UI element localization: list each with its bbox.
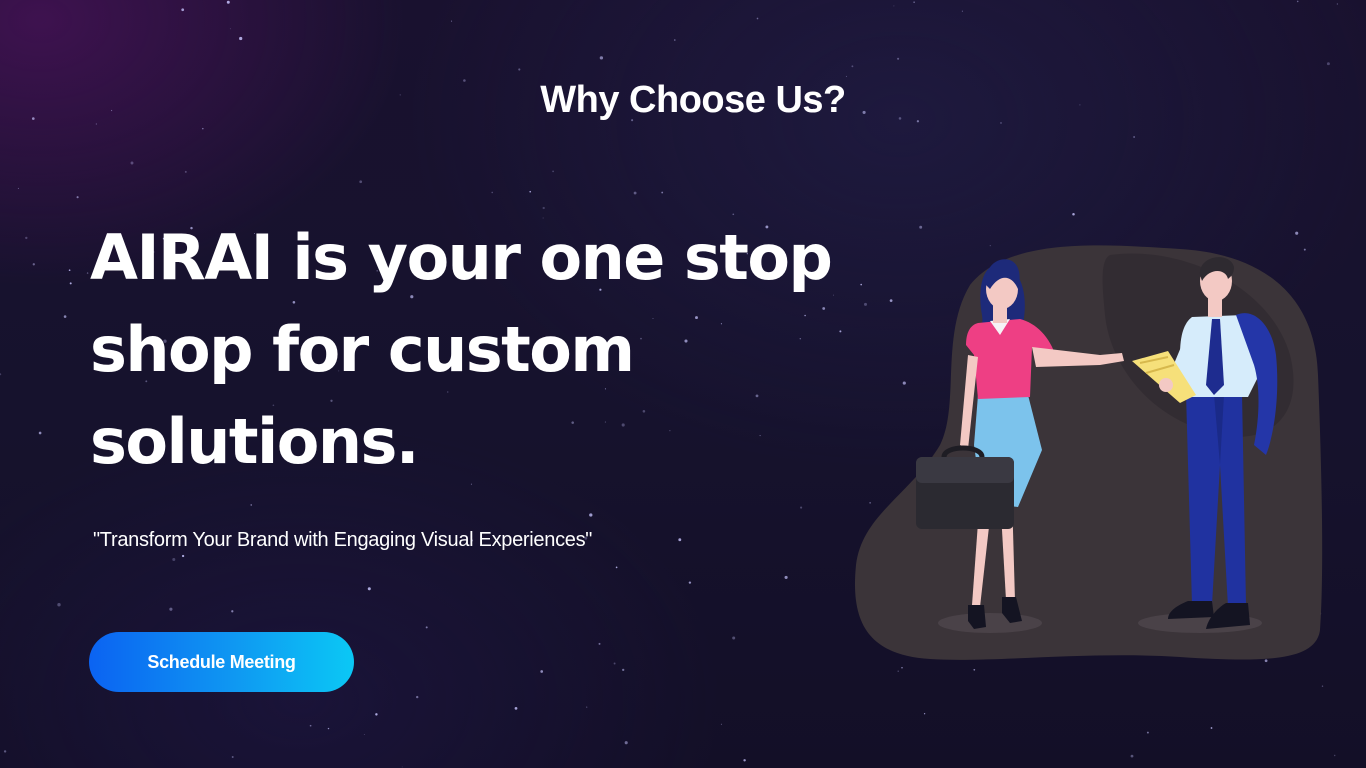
star — [923, 713, 926, 715]
star — [624, 741, 628, 745]
star — [231, 756, 234, 758]
star — [845, 75, 847, 77]
star — [226, 0, 230, 4]
star — [451, 20, 453, 22]
star — [130, 161, 134, 165]
star — [893, 5, 895, 7]
star — [172, 557, 176, 562]
star — [69, 282, 72, 285]
star — [688, 581, 692, 584]
star — [622, 668, 625, 672]
star — [542, 206, 545, 210]
hero-headline: AIRAI is your one stop shop for custom s… — [90, 221, 833, 478]
star — [184, 170, 187, 173]
star — [518, 68, 521, 71]
star — [202, 127, 204, 130]
star — [76, 196, 79, 199]
star — [897, 57, 900, 60]
star — [1326, 62, 1330, 66]
star — [1296, 0, 1299, 3]
star — [1321, 685, 1324, 687]
star — [756, 17, 759, 20]
star — [229, 28, 231, 30]
star — [63, 315, 67, 318]
star — [401, 766, 403, 768]
star — [375, 713, 378, 716]
star — [95, 123, 97, 125]
star — [514, 707, 518, 710]
star — [0, 373, 2, 376]
star — [674, 39, 676, 41]
star — [743, 759, 746, 762]
star — [586, 706, 588, 708]
star — [973, 668, 976, 671]
star — [57, 603, 61, 607]
star — [613, 662, 616, 665]
star — [897, 670, 899, 672]
star — [25, 236, 28, 240]
business-people-illustration — [854, 245, 1323, 660]
star — [181, 8, 185, 12]
star — [425, 626, 428, 629]
star — [919, 225, 923, 229]
star — [1130, 754, 1134, 758]
star — [1336, 3, 1338, 5]
star — [800, 506, 803, 509]
star — [961, 10, 963, 12]
star — [1146, 731, 1149, 734]
star — [1000, 122, 1002, 124]
star — [1072, 213, 1075, 216]
star — [3, 750, 7, 753]
star — [68, 269, 71, 272]
star — [359, 180, 363, 184]
star — [309, 724, 312, 727]
star — [38, 431, 42, 435]
star — [851, 65, 854, 68]
star — [529, 190, 532, 193]
star — [598, 642, 601, 645]
schedule-meeting-button[interactable]: Schedule Meeting — [89, 632, 354, 692]
star — [1133, 136, 1135, 138]
star — [661, 191, 664, 194]
star — [367, 587, 371, 591]
woman-shadow — [938, 613, 1042, 633]
briefcase-icon — [916, 445, 1014, 529]
hero-tagline: "Transform Your Brand with Engaging Visu… — [93, 529, 593, 551]
star — [1210, 727, 1213, 729]
star — [589, 513, 593, 517]
star — [169, 607, 173, 611]
star — [32, 263, 35, 266]
star — [363, 734, 365, 735]
star — [231, 610, 234, 613]
star — [491, 191, 493, 194]
star — [416, 695, 419, 699]
star — [181, 554, 185, 558]
star — [615, 566, 618, 569]
star — [720, 723, 722, 725]
star — [784, 575, 788, 579]
star — [913, 1, 915, 3]
star — [732, 636, 736, 640]
star — [1295, 231, 1299, 235]
star — [633, 191, 637, 195]
star — [17, 187, 19, 189]
star — [540, 670, 544, 673]
star — [901, 667, 903, 669]
star — [1333, 754, 1336, 757]
star — [678, 538, 682, 542]
section-title: Why Choose Us? — [540, 79, 846, 121]
star — [327, 727, 330, 730]
star — [239, 36, 243, 41]
star — [86, 272, 89, 274]
star — [552, 170, 555, 173]
star — [250, 504, 252, 506]
star — [599, 56, 604, 60]
